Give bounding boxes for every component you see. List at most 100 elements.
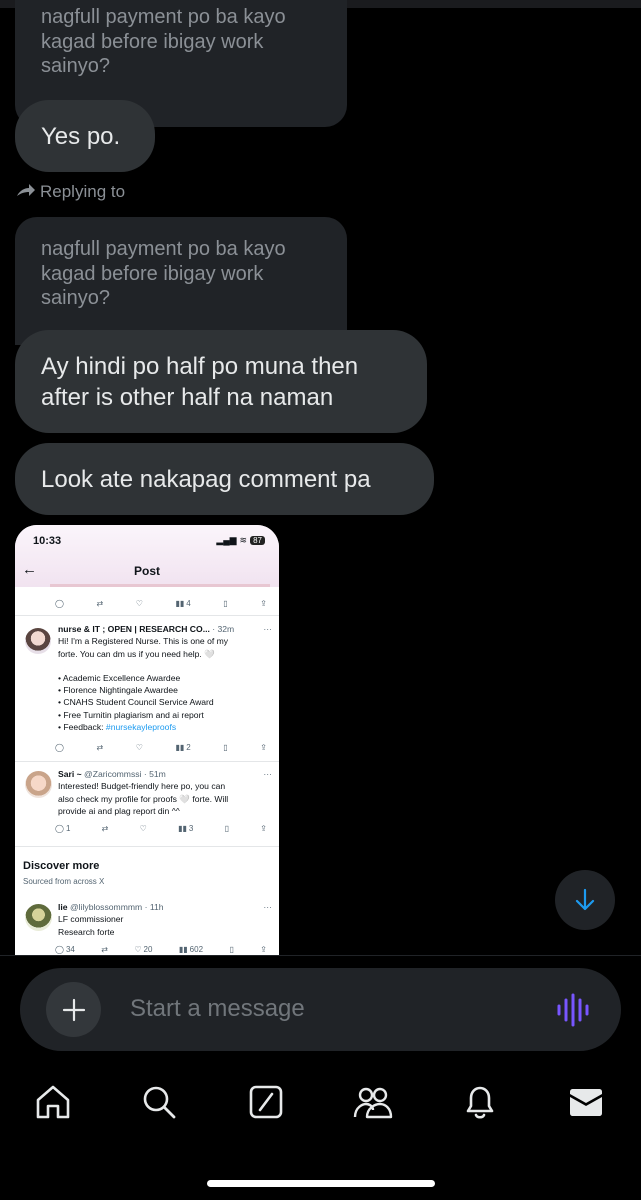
views-icon: ▮▮ 3 xyxy=(178,824,194,833)
views-count: 2 xyxy=(186,743,191,752)
reply-arrow-icon xyxy=(17,184,35,196)
like-count: 20 xyxy=(143,945,153,954)
reply-count: 1 xyxy=(65,824,71,833)
reply-icon: ◯ 34 xyxy=(55,945,75,954)
tweet-actions: ◯ 1 ⇄ ♡ ▮▮ 3 ▯ ⇪ xyxy=(55,824,267,833)
more-icon: ··· xyxy=(263,769,272,779)
tweet-header: Sari ~ @Zaricommssi · 51m xyxy=(58,768,268,780)
quote-line: sainyo? xyxy=(41,55,110,77)
tweet-line: • Florence Nightingale Awardee xyxy=(58,685,178,696)
replying-to-label: Replying to xyxy=(16,182,125,202)
status-icons: ▂▄▆ ≋ 87 xyxy=(216,535,265,546)
retweet-icon: ⇄ xyxy=(101,824,109,833)
retweet-icon: ⇄ xyxy=(101,945,108,954)
reply-icon: ◯ xyxy=(55,743,64,752)
tweet-line: also check my profile for proofs 🤍 forte… xyxy=(58,793,229,804)
status-time: 10:33 xyxy=(33,535,62,547)
replying-to-text: Replying to xyxy=(40,182,126,201)
tweet-line: LF commissioner xyxy=(58,914,124,925)
quote-line: nagfull payment po ba kayo xyxy=(41,238,286,260)
retweet-icon: ⇄ xyxy=(96,599,104,608)
tweet-line: • Academic Excellence Awardee xyxy=(58,672,181,683)
quoted-message-reply[interactable]: nagfull payment po ba kayo kagad before … xyxy=(15,217,347,345)
reply-icon: ◯ 1 xyxy=(55,824,71,833)
scroll-to-bottom-button[interactable] xyxy=(555,870,615,930)
views-icon: ▮▮ 2 xyxy=(175,743,191,752)
tweet-line: Interested! Budget-friendly here po, you… xyxy=(58,781,226,792)
message-yes[interactable]: Yes po. xyxy=(15,100,155,172)
discover-heading: Discover more xyxy=(23,860,100,872)
views-count: 4 xyxy=(186,599,191,608)
bell-icon xyxy=(466,1086,494,1119)
share-icon: ⇪ xyxy=(260,599,267,608)
attached-screenshot[interactable]: 10:33 ▂▄▆ ≋ 87 ← Post ◯ ⇄ ♡ ▮▮ 4 ▯ ⇪ nurs… xyxy=(15,525,279,955)
bookmark-icon: ▯ xyxy=(229,945,234,954)
signal-icon: ▂▄▆ xyxy=(216,535,237,545)
bookmark-icon: ▯ xyxy=(224,824,230,833)
tweet-meta: @lilyblossommmm · 11h xyxy=(69,902,164,912)
divider xyxy=(15,846,279,847)
avatar xyxy=(25,628,51,654)
tweet-actions: ◯ ⇄ ♡ ▮▮ 2 ▯ ⇪ xyxy=(55,743,267,752)
home-icon xyxy=(36,1085,70,1119)
voice-wave-icon[interactable] xyxy=(556,993,590,1027)
wifi-icon: ≋ xyxy=(239,535,248,545)
battery-icon: 87 xyxy=(250,536,265,545)
tweet-line: • Free Turnitin plagiarism and ai report xyxy=(58,709,204,720)
retweet-icon: ⇄ xyxy=(96,743,104,752)
nav-notifications[interactable] xyxy=(460,1082,500,1122)
tweet-author: Sari ~ xyxy=(58,769,82,779)
quote-line: nagfull payment po ba kayo xyxy=(41,6,286,28)
message-text: Look ate nakapag comment pa xyxy=(41,465,371,493)
tweet-nurse: nurse & IT ; OPEN | RESEARCH CO... · 32m… xyxy=(58,623,272,733)
post-actions: ◯ ⇄ ♡ ▮▮ 4 ▯ ⇪ xyxy=(55,599,267,608)
tweet-lie: lie @lilyblossommmm · 11h ··· LF commiss… xyxy=(58,901,272,938)
message-look[interactable]: Look ate nakapag comment pa xyxy=(15,443,434,515)
share-icon: ⇪ xyxy=(260,945,267,954)
nav-messages[interactable] xyxy=(566,1082,606,1122)
tweet-line xyxy=(58,660,268,672)
message-text: Yes po. xyxy=(41,122,121,150)
tweet-header: nurse & IT ; OPEN | RESEARCH CO... · 32m xyxy=(58,623,268,635)
composer-divider xyxy=(0,955,641,956)
nav-communities[interactable] xyxy=(353,1082,393,1122)
communities-icon xyxy=(353,1087,393,1119)
like-icon: ♡ xyxy=(135,599,143,608)
share-icon: ⇪ xyxy=(260,743,267,752)
message-half[interactable]: Ay hindi po half po muna then after is o… xyxy=(15,330,427,433)
tweet-line: Research forte xyxy=(58,926,115,937)
tweet-line: • CNAHS Student Council Service Award xyxy=(58,697,214,708)
tweet-meta: @Zaricommssi · 51m xyxy=(84,769,166,779)
reply-count: 34 xyxy=(65,945,75,954)
grok-icon xyxy=(249,1085,283,1119)
bookmark-icon: ▯ xyxy=(223,743,228,752)
views-icon: ▮▮ 4 xyxy=(175,599,191,608)
bookmark-icon: ▯ xyxy=(223,599,228,608)
tweet-sari: Sari ~ @Zaricommssi · 51m ··· Interested… xyxy=(58,768,272,817)
quote-line: sainyo? xyxy=(41,287,110,309)
nav-grok[interactable] xyxy=(246,1082,286,1122)
cropped-media xyxy=(50,584,270,587)
like-icon: ♡ xyxy=(135,743,143,752)
tweet-author: lie xyxy=(58,902,68,912)
views-icon: ▮▮ 602 xyxy=(178,945,204,954)
tweet-author: nurse & IT ; OPEN | RESEARCH CO... xyxy=(58,624,210,634)
message-composer: Start a message xyxy=(20,968,621,1051)
post-title: Post xyxy=(133,564,160,578)
message-input[interactable]: Start a message xyxy=(130,995,305,1023)
views-count: 3 xyxy=(188,824,194,833)
mail-icon xyxy=(570,1089,602,1116)
tweet-meta: · 32m xyxy=(212,624,235,634)
feedback-label: • Feedback: xyxy=(58,722,106,733)
add-attachment-button[interactable] xyxy=(46,982,101,1037)
message-line: after is other half na naman xyxy=(41,383,334,411)
like-icon: ♡ 20 xyxy=(134,945,153,954)
arrow-down-icon xyxy=(575,888,595,911)
nav-search[interactable] xyxy=(139,1082,179,1122)
tweet-header: lie @lilyblossommmm · 11h xyxy=(58,901,268,913)
avatar xyxy=(25,771,52,798)
like-icon: ♡ xyxy=(139,824,147,833)
nav-home[interactable] xyxy=(33,1082,73,1122)
quote-line: kagad before ibigay work xyxy=(41,30,264,53)
plus-icon xyxy=(62,998,85,1021)
